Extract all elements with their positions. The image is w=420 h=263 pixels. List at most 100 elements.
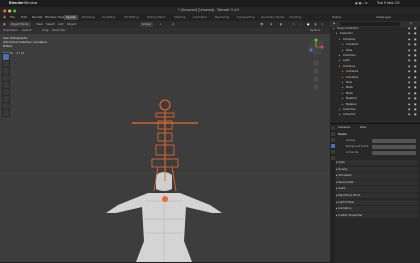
panel-subsection[interactable]: ▸ Audio — [336, 186, 418, 192]
outliner-row-expand-icon[interactable]: ▸ — [336, 33, 337, 36]
panel-subsection[interactable]: ▸ Rigid Body World — [336, 193, 418, 199]
panel-subsection[interactable]: ▸ Custom Properties — [336, 212, 418, 219]
outliner-type-icon[interactable]: ☰ — [333, 22, 335, 26]
tab-animation[interactable]: Animation — [191, 15, 209, 20]
outliner-row[interactable]: ▸ Mesh ◉ ▣ — [330, 92, 420, 97]
scene-selector[interactable]: Scene — [332, 16, 341, 19]
outliner-row-expand-icon[interactable]: ▸ — [333, 27, 334, 31]
tab-texture-paint[interactable]: Texture Paint — [145, 15, 167, 20]
outliner-row-expand-icon[interactable]: ▸ — [342, 92, 343, 96]
render-toggle-icon[interactable]: ▣ — [414, 87, 416, 90]
visibility-toggle-icon[interactable]: ◉ — [408, 98, 410, 101]
status-icons[interactable]: ◉ ▣ ⌕ ≋ — [355, 1, 368, 5]
panel-subsection[interactable]: ▸ Animation — [336, 206, 418, 212]
render-toggle-icon[interactable]: ▣ — [414, 76, 416, 80]
outliner-row[interactable]: ▸ Armature ◉ ▣ — [330, 44, 420, 48]
background-scene-field[interactable] — [372, 145, 416, 149]
outliner-row[interactable]: ▸ Pose ◉ ▣ — [330, 81, 420, 86]
outliner-row-expand-icon[interactable]: ▸ — [342, 44, 343, 47]
visibility-toggle-icon[interactable]: ◉ — [408, 49, 410, 53]
blender-logo-icon[interactable]: ◉ — [3, 15, 6, 20]
visibility-toggle-icon[interactable]: ◉ — [408, 33, 410, 36]
outliner-row-expand-icon[interactable]: ▸ — [342, 98, 343, 101]
zoom-window-icon[interactable]: ● — [13, 8, 17, 13]
render-toggle-icon[interactable]: ▣ — [414, 27, 416, 31]
object-tab-icon[interactable] — [330, 156, 335, 160]
bone-head[interactable] — [159, 99, 171, 111]
visibility-toggle-icon[interactable]: ◉ — [408, 103, 410, 107]
outliner-row[interactable]: ▸ Armature ◉ ▣ — [330, 71, 420, 75]
outliner-row-expand-icon[interactable]: ▸ — [339, 54, 340, 58]
mac-app-name[interactable]: Blender — [9, 1, 24, 5]
visibility-toggle-icon[interactable]: ◉ — [408, 92, 410, 96]
mac-menu-window[interactable]: Window — [24, 1, 37, 5]
tab-layout[interactable]: Layout — [64, 15, 78, 20]
menu-edit[interactable]: Edit — [21, 16, 27, 19]
tab-uv-editing[interactable]: UV Editing — [122, 15, 141, 20]
render-toggle-icon[interactable]: ▣ — [414, 108, 416, 112]
panel-subsection[interactable]: ▸ Keying Sets — [336, 179, 418, 186]
root-bone[interactable] — [162, 196, 168, 202]
outliner-row[interactable]: ▸ Light ◉ ▣ — [330, 60, 420, 64]
outliner-row[interactable]: ▸ Mesh ◉ ▣ — [330, 87, 420, 91]
outliner-row[interactable]: ▸ Collection ◉ ▣ — [330, 33, 420, 37]
outliner-row[interactable]: ▸ Armature ◉ ▣ — [330, 38, 420, 43]
outliner-row[interactable]: ▸ Collection ◉ ▣ — [330, 114, 420, 118]
render-toggle-icon[interactable]: ▣ — [414, 33, 416, 36]
visibility-toggle-icon[interactable]: ◉ — [408, 108, 410, 112]
render-toggle-icon[interactable]: ▣ — [414, 92, 416, 96]
render-toggle-icon[interactable]: ▣ — [414, 60, 416, 63]
scene-section-header[interactable]: Scene — [338, 133, 347, 137]
tool-tab-icon[interactable] — [330, 126, 335, 130]
outliner-row-expand-icon[interactable]: ▸ — [342, 49, 343, 53]
visibility-toggle-icon[interactable]: ◉ — [408, 76, 410, 80]
panel-subsection[interactable]: ▸ Simulation — [336, 173, 418, 179]
menu-render[interactable]: Render — [32, 16, 43, 19]
tab-rendering[interactable]: Rendering — [213, 15, 231, 20]
scene-tab-icon[interactable] — [330, 144, 335, 148]
render-tab-icon[interactable] — [330, 132, 335, 136]
visibility-toggle-icon[interactable]: ◉ — [408, 60, 410, 63]
output-tab-icon[interactable] — [330, 138, 335, 142]
tab-shading[interactable]: Shading — [172, 15, 187, 20]
outliner-row[interactable]: ▸ Armature ◉ ▣ — [330, 76, 420, 81]
view-layer-selector[interactable]: ViewLayer — [376, 16, 391, 19]
visibility-toggle-icon[interactable]: ◉ — [408, 27, 410, 31]
close-window-icon[interactable]: ● — [3, 8, 7, 13]
visibility-toggle-icon[interactable]: ◉ — [408, 81, 410, 85]
render-toggle-icon[interactable]: ▣ — [414, 49, 416, 53]
panel-subsection[interactable]: ▸ Light Probes — [336, 199, 418, 205]
camera-field[interactable] — [372, 139, 416, 143]
visibility-toggle-icon[interactable]: ◉ — [408, 54, 410, 58]
render-toggle-icon[interactable]: ▣ — [414, 114, 416, 117]
render-toggle-icon[interactable]: ▣ — [414, 54, 416, 58]
world-tab-icon[interactable] — [330, 150, 335, 154]
visibility-toggle-icon[interactable]: ◉ — [408, 38, 410, 42]
render-toggle-icon[interactable]: ▣ — [414, 103, 416, 107]
visibility-toggle-icon[interactable]: ◉ — [408, 44, 410, 47]
panel-subsection[interactable]: ▸ Units — [336, 160, 418, 166]
visibility-toggle-icon[interactable]: ◉ — [408, 65, 410, 69]
outliner-row-expand-icon[interactable]: ▸ — [339, 114, 340, 117]
outliner-search-input[interactable] — [340, 22, 400, 26]
outliner-row[interactable]: ▸ Material ◉ ▣ — [330, 103, 420, 108]
minimize-window-icon[interactable]: ● — [8, 8, 12, 13]
tab-modeling[interactable]: Modeling — [80, 15, 97, 20]
render-toggle-icon[interactable]: ▣ — [414, 98, 416, 101]
outliner-row[interactable]: ▸ Armature ◉ ▣ — [330, 65, 420, 70]
outliner-row-expand-icon[interactable]: ▸ — [339, 60, 340, 63]
outliner-row-expand-icon[interactable]: ▸ — [339, 38, 340, 42]
visibility-toggle-icon[interactable]: ◉ — [408, 114, 410, 117]
outliner-row-expand-icon[interactable]: ▸ — [342, 87, 343, 90]
outliner-row-expand-icon[interactable]: ▸ — [342, 103, 343, 107]
visibility-toggle-icon[interactable]: ◉ — [408, 71, 410, 74]
render-toggle-icon[interactable]: ▣ — [414, 71, 416, 74]
active-clip-field[interactable] — [372, 151, 416, 155]
outliner-row-expand-icon[interactable]: ▸ — [342, 76, 343, 80]
outliner-row-expand-icon[interactable]: ▸ — [339, 65, 340, 69]
menu-file[interactable]: File — [10, 16, 15, 19]
tab-sculpting[interactable]: Sculpting — [100, 15, 117, 20]
render-toggle-icon[interactable]: ▣ — [414, 65, 416, 69]
outliner-row-expand-icon[interactable]: ▸ — [339, 108, 340, 112]
outliner-row-expand-icon[interactable]: ▸ — [342, 71, 343, 74]
